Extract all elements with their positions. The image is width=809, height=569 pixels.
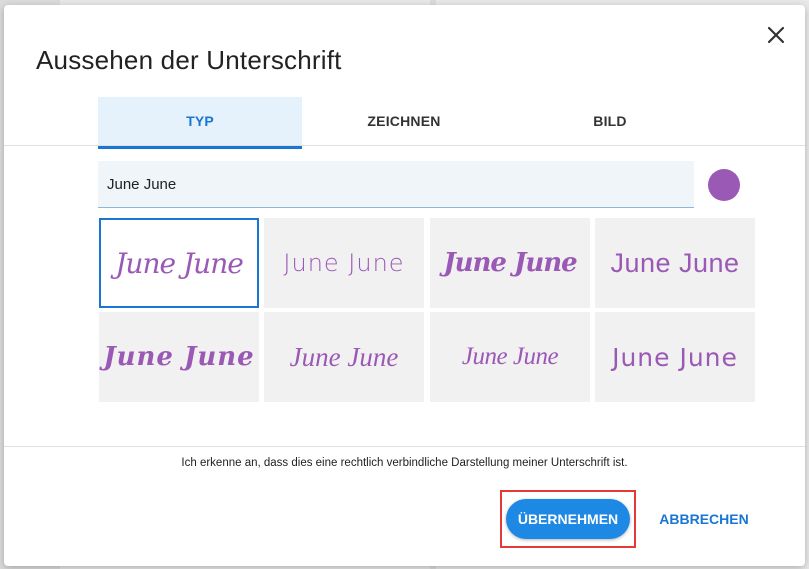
- signature-option[interactable]: June June: [595, 312, 755, 402]
- tab-bild[interactable]: BILD: [508, 97, 712, 145]
- cancel-button[interactable]: ABBRECHEN: [654, 499, 754, 539]
- color-picker-button[interactable]: [708, 169, 740, 201]
- apply-button[interactable]: ÜBERNEHMEN: [506, 499, 630, 539]
- signature-option[interactable]: June June: [595, 218, 755, 308]
- signature-appearance-dialog: Aussehen der Unterschrift TYP ZEICHNEN B…: [4, 5, 805, 566]
- signature-option[interactable]: June June: [99, 218, 259, 308]
- tab-divider: [4, 145, 805, 146]
- signature-option-text: June June: [283, 249, 405, 277]
- close-button[interactable]: [764, 23, 788, 47]
- signature-option-text: June June: [289, 341, 399, 372]
- apply-button-label: ÜBERNEHMEN: [517, 511, 619, 527]
- signature-option[interactable]: June June: [430, 218, 590, 308]
- tab-label: ZEICHNEN: [367, 113, 441, 129]
- signature-option-text: June June: [103, 342, 255, 372]
- dialog-title: Aussehen der Unterschrift: [36, 45, 342, 75]
- signature-option-text: June June: [610, 247, 740, 278]
- signature-option-text: June June: [115, 246, 244, 280]
- cancel-button-label: ABBRECHEN: [659, 511, 749, 527]
- signature-option[interactable]: June June: [430, 312, 590, 402]
- tab-bar: TYP ZEICHNEN BILD: [98, 97, 716, 149]
- legal-consent-text: Ich erkenne an, dass dies eine rechtlich…: [181, 457, 628, 469]
- signature-option-text: June June: [443, 248, 577, 278]
- tab-zeichnen[interactable]: ZEICHNEN: [302, 97, 506, 145]
- signature-name-input[interactable]: [98, 161, 694, 208]
- tab-typ[interactable]: TYP: [98, 97, 302, 149]
- tab-label: BILD: [593, 113, 627, 129]
- signature-option[interactable]: June June: [99, 312, 259, 402]
- close-icon: [767, 26, 785, 44]
- signature-option[interactable]: June June: [264, 218, 424, 308]
- tab-label: TYP: [186, 113, 214, 129]
- signature-option-text: June June: [612, 342, 738, 372]
- footer-divider: [4, 446, 805, 447]
- signature-option-text: June June: [461, 343, 559, 370]
- signature-option[interactable]: June June: [264, 312, 424, 402]
